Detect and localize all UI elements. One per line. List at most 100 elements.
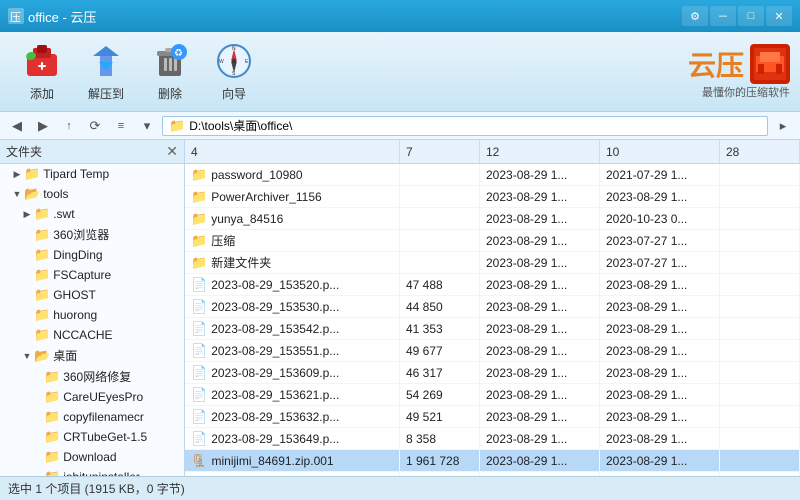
col-name-header[interactable]: 4 (185, 140, 400, 163)
file-row[interactable]: 📁压缩 2023-08-29 1... 2023-07-27 1... (185, 230, 800, 252)
file-row[interactable]: 📄2023-08-29_153632.p... 49 521 2023-08-2… (185, 406, 800, 428)
file-row[interactable]: 📄2023-08-29_153551.p... 49 677 2023-08-2… (185, 340, 800, 362)
file-name: 2023-08-29_153542.p... (211, 322, 339, 336)
col-date2-header[interactable]: 10 (600, 140, 720, 163)
titlebar: 压 office - 云压 ⚙ － □ ✕ (0, 0, 800, 32)
tree-item-dingding[interactable]: 📁 DingDing (0, 245, 184, 265)
wizard-icon: N S E W (214, 41, 254, 81)
tree-item-crtubeget[interactable]: 📁 CRTubeGet-1.5 (0, 427, 184, 447)
tree-arrow: ▶ (10, 169, 24, 180)
folder-icon: 📁 (191, 211, 207, 227)
tree-item-tipard[interactable]: ▶ 📁 Tipard Temp (0, 164, 184, 184)
tree-label: DingDing (53, 248, 102, 262)
file-row[interactable]: ⚙exelock.exe 1 529 712 2023-08-14 1... 2… (185, 472, 800, 476)
file-row[interactable]: 📁password_10980 2023-08-29 1... 2021-07-… (185, 164, 800, 186)
file-name-cell: ⚙exelock.exe (185, 472, 400, 476)
maximize-button[interactable]: □ (738, 6, 764, 26)
tree-item-nccache[interactable]: 📁 NCCACHE (0, 325, 184, 345)
statusbar: 选中 1 个项目 (1915 KB，0 字节) (0, 476, 800, 500)
file-size-cell: 49 521 (400, 406, 480, 427)
tree-item-copyfilename[interactable]: 📁 copyfilenamecr (0, 407, 184, 427)
file-name-cell: 📄2023-08-29_153551.p... (185, 340, 400, 361)
tree-label: FSCapture (53, 268, 111, 282)
folder-icon: 📁 (44, 369, 60, 385)
tree-label: copyfilenamecr (63, 410, 144, 424)
file-date2-cell: 2023-08-29 1... (600, 340, 720, 361)
tree-item-huorong[interactable]: 📁 huorong (0, 305, 184, 325)
address-box[interactable]: 📁 D:\tools\桌面\office\ (162, 116, 768, 136)
folder-icon: 📁 (44, 429, 60, 445)
file-row[interactable]: 📁新建文件夹 2023-08-29 1... 2023-07-27 1... (185, 252, 800, 274)
file-row[interactable]: 📄2023-08-29_153520.p... 47 488 2023-08-2… (185, 274, 800, 296)
brand-icon (750, 44, 790, 84)
tree-item-careueyespro[interactable]: 📁 CareUEyesPro (0, 387, 184, 407)
tree-item-browser360[interactable]: 📁 360浏览器 (0, 224, 184, 245)
file-attr-cell (720, 384, 800, 405)
titlebar-controls: ⚙ － □ ✕ (682, 6, 792, 26)
nav-back-button[interactable]: ◀ (6, 115, 28, 137)
file-size-cell: 41 353 (400, 318, 480, 339)
file-date2-cell: 2023-08-29 1... (600, 450, 720, 471)
file-row[interactable]: 📄2023-08-29_153530.p... 44 850 2023-08-2… (185, 296, 800, 318)
file-row[interactable]: 🗜minijimi_84691.zip.001 1 961 728 2023-0… (185, 450, 800, 472)
file-row[interactable]: 📁PowerArchiver_1156 2023-08-29 1... 2023… (185, 186, 800, 208)
tree-item-iobituninstaller[interactable]: 📁 iobituninstaller (0, 467, 184, 476)
col-date1-header[interactable]: 12 (480, 140, 600, 163)
col-size-header[interactable]: 7 (400, 140, 480, 163)
tree-item-tools[interactable]: ▼ 📂 tools (0, 184, 184, 204)
file-date2-cell: 2023-08-29 1... (600, 362, 720, 383)
tree-label: .swt (53, 207, 74, 221)
wizard-button[interactable]: N S E W 向导 (202, 37, 266, 107)
folder-icon: 📁 (34, 287, 50, 303)
tree-item-download[interactable]: 📁 Download (0, 447, 184, 467)
close-button[interactable]: ✕ (766, 6, 792, 26)
tree-item-desktop[interactable]: ▼ 📂 桌面 (0, 345, 184, 366)
file-size-cell: 46 317 (400, 362, 480, 383)
svg-text:N: N (232, 46, 236, 52)
minimize-button[interactable]: － (710, 6, 736, 26)
file-name-cell: 📁压缩 (185, 230, 400, 251)
tree-item-fscapture[interactable]: 📁 FSCapture (0, 265, 184, 285)
nav-up-button[interactable]: ↑ (58, 115, 80, 137)
tree-item-360fix[interactable]: 📁 360网络修复 (0, 366, 184, 387)
filetree-close-button[interactable]: ✕ (166, 143, 178, 160)
nav-forward-button[interactable]: ▶ (32, 115, 54, 137)
file-date1-cell: 2023-08-29 1... (480, 186, 600, 207)
tree-item-ghost[interactable]: 📁 GHOST (0, 285, 184, 305)
extract-button[interactable]: 解压到 (74, 37, 138, 107)
titlebar-text: office - 云压 (28, 7, 682, 26)
file-name-cell: 📄2023-08-29_153609.p... (185, 362, 400, 383)
col-attr-header[interactable]: 28 (720, 140, 800, 163)
file-date1-cell: 2023-08-14 1... (480, 472, 600, 476)
tree-label: 桌面 (53, 347, 77, 364)
settings-button[interactable]: ⚙ (682, 6, 708, 26)
file-row[interactable]: 📁yunya_84516 2023-08-29 1... 2020-10-23 … (185, 208, 800, 230)
file-attr-cell (720, 252, 800, 273)
address-go-button[interactable]: ▸ (772, 115, 794, 137)
file-name-cell: 🗜minijimi_84691.zip.001 (185, 450, 400, 471)
tree-item-swt[interactable]: ▶ 📁 .swt (0, 204, 184, 224)
folder-icon: 📁 (191, 167, 207, 183)
file-row[interactable]: 📄2023-08-29_153609.p... 46 317 2023-08-2… (185, 362, 800, 384)
file-date1-cell: 2023-08-29 1... (480, 318, 600, 339)
filelist-body[interactable]: 📁password_10980 2023-08-29 1... 2021-07-… (185, 164, 800, 476)
delete-button[interactable]: ♻ 删除 (138, 37, 202, 107)
file-icon: 📄 (191, 321, 207, 337)
file-size-cell (400, 230, 480, 251)
nav-dropdown-button[interactable]: ▾ (136, 115, 158, 137)
file-row[interactable]: 📄 2023-08-29_153542.p... 41 353 2023-08-2… (185, 318, 800, 340)
tree-label: 360浏览器 (53, 226, 109, 243)
nav-refresh-button[interactable]: ⟳ (84, 115, 106, 137)
file-row[interactable]: 📄2023-08-29_153649.p... 8 358 2023-08-29… (185, 428, 800, 450)
folder-icon: 📁 (44, 449, 60, 465)
nav-view-button[interactable]: ≡ (110, 115, 132, 137)
tree-content[interactable]: ▶ 📁 Tipard Temp ▼ 📂 tools ▶ 📁 .swt 📁 360… (0, 164, 184, 476)
folder-icon: 📁 (191, 255, 207, 271)
folder-icon: 📁 (34, 206, 50, 222)
file-row[interactable]: 📄2023-08-29_153621.p... 54 269 2023-08-2… (185, 384, 800, 406)
file-icon: 📄 (191, 343, 207, 359)
add-button[interactable]: 添加 (10, 37, 74, 107)
add-icon (22, 41, 62, 81)
wizard-label: 向导 (222, 85, 246, 102)
filetree-title: 文件夹 (6, 143, 42, 160)
